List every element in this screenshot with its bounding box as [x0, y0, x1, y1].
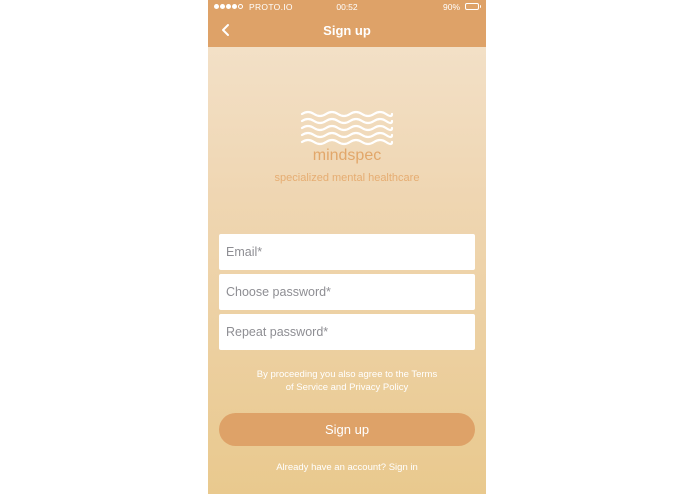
status-bar: PROTO.IO 00:52 90% [208, 0, 486, 14]
terms-line-2: of Service and Privacy Policy [285, 382, 409, 393]
choose-password-field[interactable] [219, 274, 475, 310]
terms-line-1: By proceeding you also agree to the Term… [256, 369, 438, 380]
email-field[interactable] [219, 234, 475, 270]
battery-percent: 90% [442, 2, 460, 12]
waves-logo-icon [300, 110, 394, 146]
brand-name: mindspec [312, 147, 382, 164]
page-title: Sign up [323, 23, 371, 38]
signin-link[interactable]: Already have an account? Sign in [208, 462, 486, 473]
phone-screen: PROTO.IO 00:52 90% Sign up mindspec spec… [208, 0, 486, 494]
signup-button[interactable]: Sign up [219, 413, 475, 446]
nav-bar: Sign up [208, 14, 486, 47]
repeat-password-field[interactable] [219, 314, 475, 350]
brand-tagline: specialized mental healthcare [274, 172, 420, 184]
terms-notice: By proceeding you also agree to the Term… [228, 368, 466, 394]
battery-icon [465, 3, 481, 10]
